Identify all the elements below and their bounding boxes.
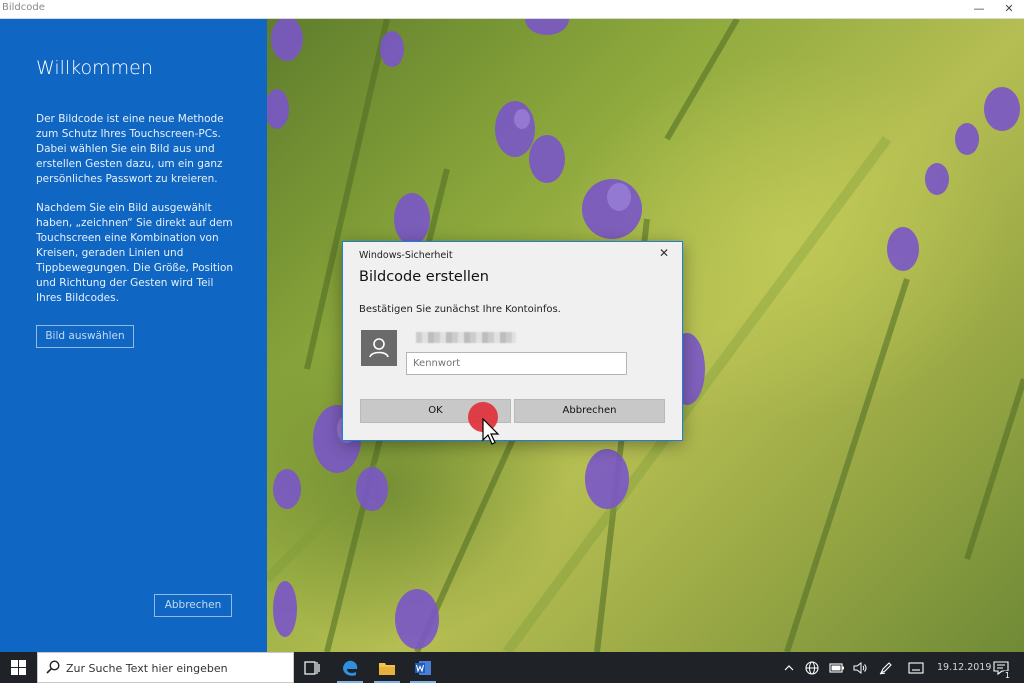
window-close-button[interactable]: ✕ bbox=[994, 0, 1024, 18]
clock-date[interactable]: 19.12.2019 bbox=[937, 662, 991, 673]
blurred-username bbox=[416, 332, 516, 343]
panel-cancel-button[interactable]: Abbrechen bbox=[154, 594, 232, 617]
word-icon[interactable] bbox=[406, 652, 440, 683]
pen-icon[interactable] bbox=[876, 652, 896, 683]
welcome-panel: Willkommen Der Bildcode ist eine neue Me… bbox=[0, 19, 267, 652]
dialog-heading: Bildcode erstellen bbox=[359, 269, 489, 285]
task-view-icon[interactable] bbox=[296, 652, 328, 683]
notification-icon[interactable]: 1 bbox=[990, 652, 1012, 683]
volume-icon[interactable] bbox=[850, 652, 870, 683]
window-title: Bildcode bbox=[2, 2, 45, 13]
welcome-heading: Willkommen bbox=[36, 57, 153, 79]
instructions-paragraph: Nachdem Sie ein Bild ausgewählt haben, „… bbox=[36, 202, 234, 304]
dialog-title: Windows-Sicherheit bbox=[359, 250, 453, 261]
mouse-pointer-icon bbox=[482, 418, 500, 445]
edge-icon[interactable] bbox=[333, 652, 367, 683]
dialog-close-icon[interactable]: ✕ bbox=[656, 246, 672, 260]
dialog-cancel-button[interactable]: Abbrechen bbox=[514, 399, 665, 423]
screen: Bildcode — ✕ Willkommen Der Bildcode ist… bbox=[0, 0, 1024, 683]
taskbar: Zur Suche Text hier eingeben 19.12.2019 … bbox=[0, 652, 1024, 683]
windows-security-dialog: Windows-Sicherheit ✕ Bildcode erstellen … bbox=[342, 241, 683, 441]
windows-start-icon[interactable] bbox=[0, 652, 37, 683]
user-icon bbox=[361, 330, 397, 366]
keyboard-icon[interactable] bbox=[905, 652, 927, 683]
file-explorer-icon[interactable] bbox=[370, 652, 404, 683]
taskbar-search-box[interactable]: Zur Suche Text hier eingeben bbox=[37, 652, 294, 683]
dialog-message: Bestätigen Sie zunächst Ihre Kontoinfos. bbox=[359, 304, 561, 315]
notification-count: 1 bbox=[1003, 671, 1011, 680]
intro-paragraph: Der Bildcode ist eine neue Methode zum S… bbox=[36, 113, 224, 185]
globe-icon[interactable] bbox=[802, 652, 822, 683]
password-field[interactable] bbox=[406, 352, 627, 375]
search-icon bbox=[46, 660, 60, 674]
select-picture-button[interactable]: Bild auswählen bbox=[36, 325, 134, 348]
window-titlebar: Bildcode — ✕ bbox=[0, 0, 1024, 19]
battery-icon[interactable] bbox=[826, 652, 848, 683]
chevron-up-icon[interactable] bbox=[780, 652, 798, 683]
search-placeholder: Zur Suche Text hier eingeben bbox=[66, 662, 228, 675]
minimize-button[interactable]: — bbox=[964, 0, 994, 18]
